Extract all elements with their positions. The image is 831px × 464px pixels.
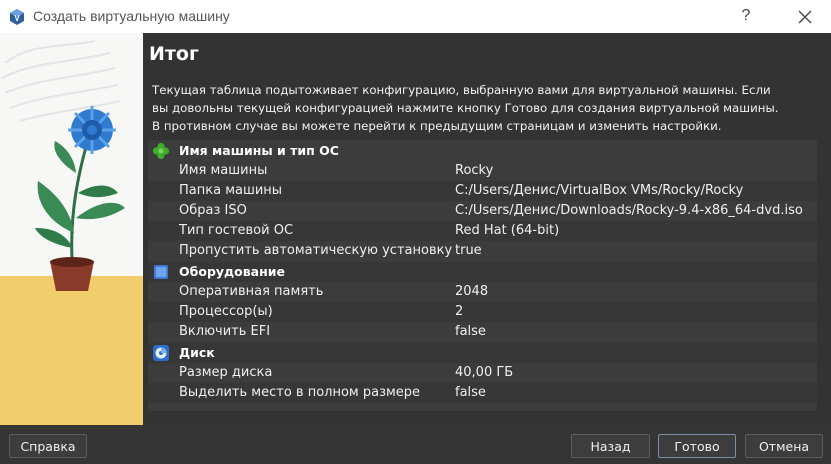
flower-pot-illustration: [0, 33, 143, 425]
title-bar: V Создать виртуальную машину ?: [0, 0, 831, 33]
row-value: C:/Users/Денис/VirtualBox VMs/Rocky/Rock…: [455, 183, 744, 198]
button-bar: Справка Назад Готово Отмена: [0, 425, 831, 464]
finish-button[interactable]: Готово: [658, 434, 736, 458]
row-key: Выделить место в полном размере: [179, 385, 421, 400]
row-value: true: [455, 243, 482, 258]
summary-row-machine-name[interactable]: Имя машины Rocky: [148, 161, 817, 181]
row-key: Тип гостевой ОС: [179, 223, 294, 238]
summary-row-cpus[interactable]: Процессор(ы) 2: [148, 302, 817, 322]
description-line: Текущая таблица подытоживает конфигураци…: [152, 83, 771, 97]
row-key: Размер диска: [179, 365, 273, 380]
summary-row-disk-size[interactable]: Размер диска 40,00 ГБ: [148, 363, 817, 383]
row-value: Red Hat (64-bit): [455, 223, 560, 238]
green-clover-icon: [152, 142, 170, 160]
summary-page: Итог Текущая таблица подытоживает конфиг…: [143, 33, 831, 425]
close-icon[interactable]: [794, 6, 816, 28]
svg-text:V: V: [14, 14, 20, 23]
summary-row-guest-os-type[interactable]: Тип гостевой ОС Red Hat (64-bit): [148, 221, 817, 241]
category-hardware[interactable]: Оборудование: [148, 262, 817, 282]
row-key: Процессор(ы): [179, 304, 273, 319]
page-title: Итог: [149, 43, 199, 65]
virtualbox-app-icon: V: [10, 9, 24, 25]
summary-row-machine-folder[interactable]: Папка машины C:/Users/Денис/VirtualBox V…: [148, 181, 817, 201]
row-key: Включить EFI: [179, 324, 271, 339]
wizard-illustration: [0, 33, 143, 425]
category-title: Диск: [179, 345, 215, 360]
page-description: Текущая таблица подытоживает конфигураци…: [152, 81, 822, 135]
row-value: 40,00 ГБ: [455, 365, 514, 380]
row-value: false: [455, 385, 486, 400]
category-machine-name-os[interactable]: Имя машины и тип ОС: [148, 141, 817, 161]
row-key: Имя машины: [179, 163, 268, 178]
row-value: 2048: [455, 284, 489, 299]
disk-icon: [153, 345, 169, 361]
row-key: Пропустить автоматическую установку: [179, 243, 453, 258]
description-line: вы довольны текущей конфигурацией нажмит…: [152, 101, 779, 115]
row-value: 2: [455, 304, 464, 319]
chip-icon: [154, 265, 168, 279]
summary-row-preallocate[interactable]: Выделить место в полном размере false: [148, 383, 817, 403]
row-key: Папка машины: [179, 183, 283, 198]
description-line: В противном случае вы можете перейти к п…: [152, 119, 722, 133]
row-key: Образ ISO: [179, 203, 247, 218]
row-value: Rocky: [455, 163, 494, 178]
summary-tree[interactable]: Имя машины и тип ОС Имя машины Rocky Пап…: [148, 140, 817, 411]
row-key: Оперативная память: [179, 284, 324, 299]
summary-row-skip-unattended[interactable]: Пропустить автоматическую установку true: [148, 241, 817, 261]
row-value: C:/Users/Денис/Downloads/Rocky-9.4-x86_6…: [455, 203, 803, 218]
help-button[interactable]: Справка: [9, 434, 87, 458]
window-title: Создать виртуальную машину: [33, 8, 230, 24]
cancel-button[interactable]: Отмена: [745, 434, 823, 458]
help-title-button[interactable]: ?: [736, 6, 756, 26]
category-disk[interactable]: Диск: [148, 343, 817, 363]
row-value: false: [455, 324, 486, 339]
summary-row-iso-image[interactable]: Образ ISO C:/Users/Денис/Downloads/Rocky…: [148, 201, 817, 221]
summary-row-ram[interactable]: Оперативная память 2048: [148, 282, 817, 302]
category-title: Оборудование: [179, 264, 285, 279]
back-button[interactable]: Назад: [571, 434, 650, 458]
category-title: Имя машины и тип ОС: [179, 143, 339, 158]
summary-row-efi[interactable]: Включить EFI false: [148, 322, 817, 342]
